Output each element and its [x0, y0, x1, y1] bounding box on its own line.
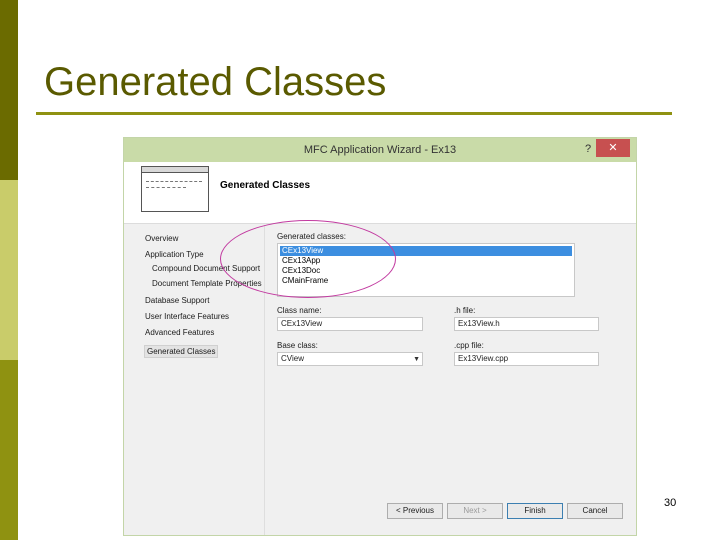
nav-item-generated-classes[interactable]: Generated Classes	[144, 345, 219, 358]
h-file-field[interactable]: Ex13View.h	[454, 317, 599, 331]
slide-side-bar-light	[0, 180, 18, 360]
dialog-titlebar: MFC Application Wizard - Ex13 ? ✕	[124, 138, 636, 162]
nav-item-user-interface-features[interactable]: User Interface Features	[145, 312, 229, 321]
base-class-combo[interactable]: CView ▼	[277, 352, 423, 366]
cpp-file-field[interactable]: Ex13View.cpp	[454, 352, 599, 366]
mfc-application-wizard-dialog: MFC Application Wizard - Ex13 ? ✕ Genera…	[123, 137, 637, 536]
help-button[interactable]: ?	[580, 141, 596, 157]
nav-item-database-support[interactable]: Database Support	[145, 296, 210, 305]
nav-item-overview[interactable]: Overview	[145, 234, 178, 243]
title-rule	[36, 112, 672, 115]
dialog-title: MFC Application Wizard - Ex13	[303, 144, 457, 156]
chevron-down-icon[interactable]: ▼	[413, 354, 420, 366]
slide-side-bar-dark	[0, 0, 18, 180]
class-name-label: Class name:	[277, 306, 322, 315]
cpp-file-label: .cpp file:	[454, 341, 484, 350]
wizard-header: Generated Classes	[124, 162, 636, 224]
page-number: 30	[664, 497, 677, 509]
finish-button[interactable]: Finish	[507, 503, 563, 519]
class-name-field[interactable]: CEx13View	[277, 317, 423, 331]
cancel-button[interactable]: Cancel	[567, 503, 623, 519]
highlight-ellipse	[220, 220, 396, 298]
page-heading: Generated Classes	[220, 180, 311, 191]
slide-side-bar-mid	[0, 360, 18, 540]
nav-item-application-type[interactable]: Application Type	[145, 250, 204, 259]
slide-title: Generated Classes	[44, 60, 387, 104]
wizard-banner-icon	[141, 166, 209, 212]
next-button[interactable]: Next >	[447, 503, 503, 519]
close-button[interactable]: ✕	[596, 139, 630, 157]
nav-item-advanced-features[interactable]: Advanced Features	[145, 328, 214, 337]
wizard-button-bar: < Previous Next > Finish Cancel	[264, 493, 636, 535]
base-class-value: CView	[281, 354, 304, 363]
h-file-label: .h file:	[454, 306, 476, 315]
base-class-label: Base class:	[277, 341, 318, 350]
previous-button[interactable]: < Previous	[387, 503, 443, 519]
